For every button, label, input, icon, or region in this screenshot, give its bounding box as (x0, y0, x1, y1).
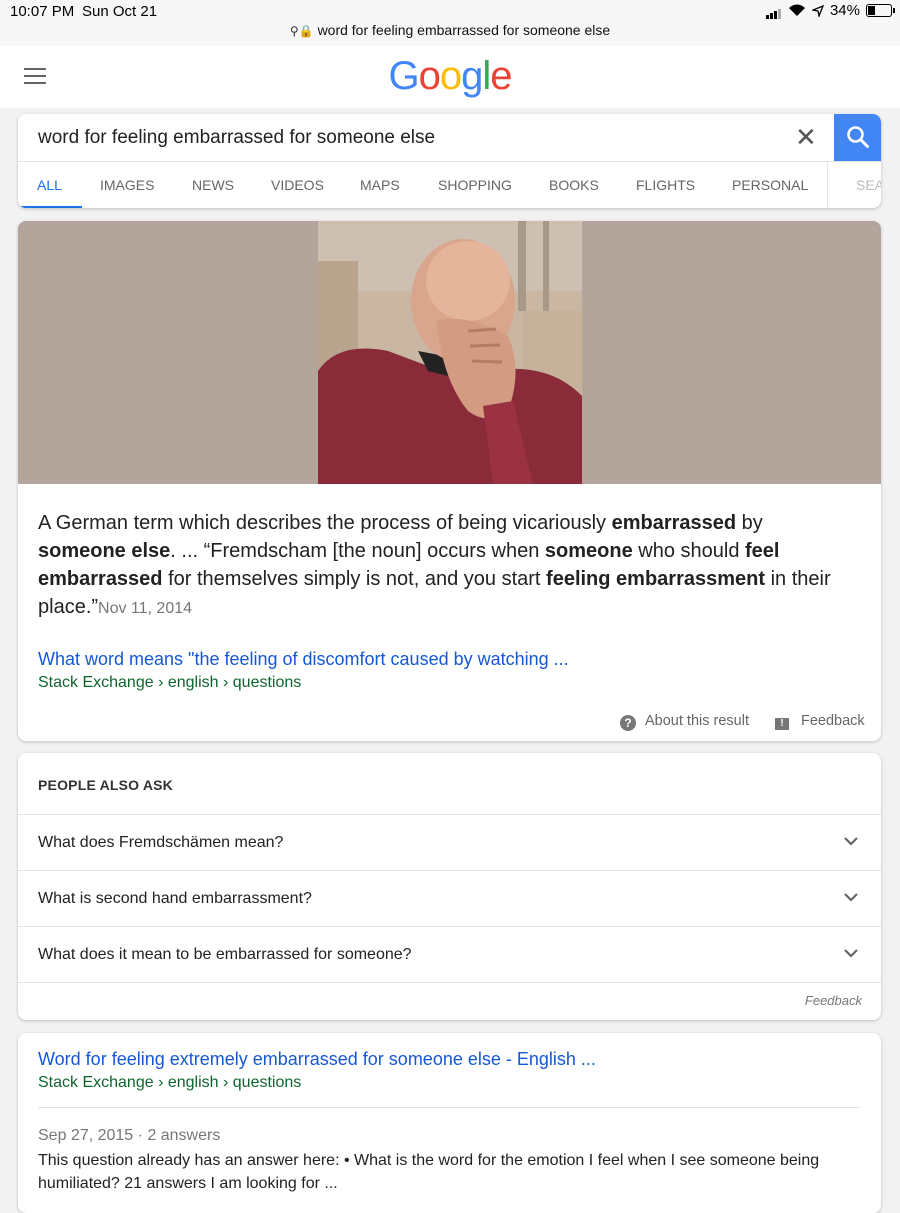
status-indicators: 34% (765, 2, 895, 19)
paa-question[interactable]: What does Fremdschämen mean? (18, 814, 881, 871)
result-breadcrumb[interactable]: Stack Exchange › english › questions (38, 1074, 301, 1092)
snippet-bold: someone (544, 540, 633, 562)
tab-shopping[interactable]: SHOPPING (438, 177, 512, 193)
search-box-card: word for feeling embarrassed for someone… (18, 114, 881, 208)
snippet-bold: someone else (38, 540, 171, 562)
google-header: Google (0, 46, 900, 108)
tab-personal[interactable]: PERSONAL (732, 177, 808, 193)
snippet-source-link[interactable]: What word means "the feeling of discomfo… (38, 649, 569, 670)
paa-question-text: What does it mean to be embarrassed for … (38, 946, 412, 963)
battery-percent: 34% (829, 2, 860, 19)
chevron-down-icon (844, 837, 858, 846)
snippet-image-area (18, 221, 881, 484)
search-lock-icon: ⚲🔒 (289, 24, 314, 38)
snippet-date: Nov 11, 2014 (98, 600, 193, 617)
tab-books[interactable]: BOOKS (549, 177, 599, 193)
tab-videos[interactable]: VIDEOS (271, 177, 324, 193)
search-icon (847, 126, 869, 148)
search-input[interactable]: word for feeling embarrassed for someone… (38, 127, 435, 149)
featured-snippet-card: A German term which describes the proces… (18, 221, 881, 741)
paa-footer: Feedback (18, 982, 881, 1020)
tab-all[interactable]: ALL (37, 177, 62, 193)
snippet-part: by (736, 512, 763, 534)
clear-icon[interactable]: ✕ (795, 122, 817, 153)
status-bar: 10:07 PM Sun Oct 21 34% ⚲🔒 word for feeli… (0, 0, 900, 46)
result-meta: Sep 27, 2015 · 2 answers (38, 1127, 221, 1144)
snippet-part: A German term which describes the proces… (38, 512, 612, 534)
people-also-ask-card: PEOPLE ALSO ASK What does Fremdschämen m… (18, 753, 881, 1020)
cellular-signal-icon (765, 2, 782, 19)
snippet-breadcrumb[interactable]: Stack Exchange › english › questions (38, 674, 301, 692)
paa-question[interactable]: What is second hand embarrassment? (18, 870, 881, 927)
facepalm-image[interactable] (318, 221, 582, 484)
address-bar-text: word for feeling embarrassed for someone… (317, 22, 611, 38)
google-logo[interactable]: Google (0, 54, 900, 99)
paa-heading: PEOPLE ALSO ASK (38, 777, 173, 793)
tab-maps[interactable]: MAPS (360, 177, 400, 193)
wifi-icon (788, 4, 805, 16)
snippet-part: for themselves simply is not, and you st… (162, 568, 547, 590)
location-arrow-icon (811, 4, 824, 17)
result-divider (38, 1107, 861, 1108)
status-date: Sun Oct 21 (82, 3, 158, 20)
logo-letter: e (490, 54, 512, 98)
logo-letter: G (388, 54, 419, 98)
logo-letter: g (461, 54, 483, 98)
address-bar[interactable]: ⚲🔒 word for feeling embarrassed for someo… (0, 22, 900, 38)
search-result-card: Word for feeling extremely embarrassed f… (18, 1033, 881, 1213)
logo-letter: o (418, 54, 441, 98)
about-this-result-button[interactable]: ? About this result (620, 713, 749, 731)
tab-search-partial[interactable]: SEA (856, 177, 881, 193)
search-button[interactable] (834, 114, 881, 161)
about-label: About this result (645, 713, 749, 729)
tab-flights[interactable]: FLIGHTS (636, 177, 695, 193)
paa-feedback-link[interactable]: Feedback (805, 993, 862, 1008)
search-tabs: ALL IMAGES NEWS VIDEOS MAPS SHOPPING BOO… (18, 161, 881, 208)
feedback-label: Feedback (801, 713, 865, 729)
tab-divider (827, 162, 828, 208)
snippet-part: who should (632, 540, 746, 562)
active-tab-indicator (18, 206, 82, 208)
feedback-icon: ! (775, 718, 789, 730)
snippet-bold: embarrassed (611, 512, 737, 534)
paa-question-text: What is second hand embarrassment? (38, 890, 312, 907)
result-title-link[interactable]: Word for feeling extremely embarrassed f… (38, 1049, 596, 1070)
battery-icon (866, 4, 895, 17)
paa-question[interactable]: What does it mean to be embarrassed for … (18, 926, 881, 983)
paa-question-text: What does Fremdschämen mean? (38, 834, 284, 851)
snippet-bold: feeling embarrassment (546, 568, 766, 590)
status-time: 10:07 PM (10, 3, 75, 20)
feedback-button[interactable]: ! Feedback (775, 713, 865, 730)
snippet-text: A German term which describes the proces… (38, 509, 848, 623)
result-description: This question already has an answer here… (38, 1152, 820, 1192)
help-icon: ? (620, 715, 636, 731)
logo-letter: l (482, 54, 491, 98)
tab-news[interactable]: NEWS (192, 177, 234, 193)
snippet-part: . ... “Fremdscham [the noun] occurs when (170, 540, 545, 562)
logo-letter: o (439, 54, 462, 98)
chevron-down-icon (844, 949, 858, 958)
chevron-down-icon (844, 893, 858, 902)
tab-images[interactable]: IMAGES (100, 177, 154, 193)
